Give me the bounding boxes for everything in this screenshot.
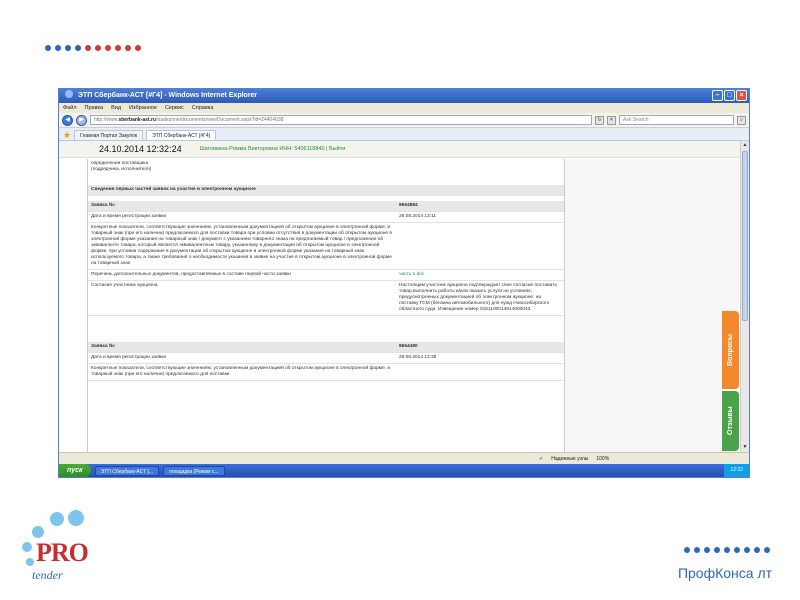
table-row: Заявка №: 8664884: [88, 201, 564, 212]
section-title-text: Сведения первых частей заявок на участие…: [91, 187, 256, 192]
decorative-dots-bottom: [684, 547, 770, 553]
url-host: sberbank-ast.ru: [118, 117, 156, 123]
menu-item[interactable]: Справка: [192, 103, 214, 113]
taskbar-item-browser[interactable]: ЭТП Сбербанк-АСТ [...: [94, 465, 160, 476]
tab-sberbank-ast[interactable]: ЭТП Сбербанк-АСТ [#Г4]: [146, 130, 217, 140]
close-button[interactable]: ×: [736, 90, 747, 101]
search-icon[interactable]: ⌕: [737, 115, 746, 125]
scroll-up-icon[interactable]: ▲: [741, 141, 749, 150]
search-input[interactable]: Ask Search: [619, 115, 734, 125]
ie-icon: [65, 90, 73, 98]
menu-bar: Файл Правка Вид Избранное Сервис Справка: [59, 103, 749, 113]
taskbar-item-platform[interactable]: площадка [Режим с...: [163, 465, 225, 476]
scroll-thumb[interactable]: [742, 151, 748, 321]
documents-label: Перечень дополнительных документов, пред…: [91, 272, 291, 277]
stop-icon[interactable]: ✕: [607, 115, 616, 125]
page-viewport: 24.10.2014 12:32:24 Шатовкина Римма Викт…: [59, 141, 749, 452]
browser-window: ЭТП Сбербанк-АСТ [#Г4] - Windows Interne…: [58, 88, 750, 478]
datetime: 24.10.2014 12:32:24: [99, 144, 182, 154]
document-link[interactable]: часть 1.doc: [396, 270, 564, 280]
slide: ЭТП Сбербанк-АСТ [#Г4] - Windows Interne…: [0, 0, 800, 600]
application-number-value: 8664480: [399, 344, 418, 349]
registration-date-value: 29.08.2014 13:11: [399, 214, 436, 219]
indicators-value: [396, 364, 564, 380]
back-button[interactable]: ◀: [62, 114, 73, 126]
table-row: Согласие участника аукциона Настоящим уч…: [88, 281, 564, 316]
decorative-dots-top: [45, 45, 141, 51]
indicators-label: Конкретные показатели, соответствующие з…: [91, 225, 392, 266]
tab-main-portal[interactable]: Главная Портал Закупок: [74, 130, 144, 140]
address-bar: ◀ ▶ http://www.sberbank-ast.ru/tradezone…: [59, 113, 749, 128]
favorites-star-icon[interactable]: ★: [63, 130, 71, 140]
intro-line-2: (подрядчика, исполнителя): [91, 167, 152, 172]
consent-value: Настоящим участник аукциона подтверждает…: [399, 283, 557, 312]
status-bar: ✔ Надежные узлы 100%: [59, 452, 749, 464]
url-prefix: http://www.: [94, 117, 119, 123]
indicators-label: Конкретные показатели, соответствующие з…: [91, 366, 391, 377]
window-controls: – □ ×: [712, 90, 747, 101]
minimize-button[interactable]: –: [712, 90, 723, 101]
table-row: Заявка №: 8664480: [88, 342, 564, 353]
user-info-link[interactable]: Шатовкина Римма Викторовна ИНН: 54061188…: [200, 146, 346, 152]
window-title: ЭТП Сбербанк-АСТ [#Г4] - Windows Interne…: [77, 92, 258, 99]
table-row: Дата и время регистрации заявки 29.08.20…: [88, 353, 564, 364]
system-tray-clock: 12:32: [724, 464, 749, 477]
brand-name: ПрофКонса лт: [677, 565, 773, 581]
menu-item[interactable]: Правка: [85, 103, 104, 113]
table-row: Конкретные показатели, соответствующие з…: [88, 364, 564, 381]
table-row: Перечень дополнительных документов, пред…: [88, 270, 564, 281]
vertical-scrollbar[interactable]: ▲ ▼: [740, 141, 749, 452]
tab-bar: ★ Главная Портал Закупок ЭТП Сбербанк-АС…: [59, 128, 749, 141]
right-pane: [565, 159, 739, 452]
registration-date-label: Дата и время регистрации заявки: [91, 214, 167, 219]
url-field[interactable]: http://www.sberbank-ast.ru/tradezone/doc…: [90, 115, 592, 125]
menu-item[interactable]: Сервис: [165, 103, 184, 113]
indicators-value: [396, 223, 564, 269]
application-number-label: Заявка №:: [91, 203, 116, 208]
menu-item[interactable]: Вид: [111, 103, 121, 113]
intro-text: определении поставщика (подрядчика, испо…: [88, 159, 396, 175]
questions-tab[interactable]: Вопросы: [722, 311, 739, 389]
menu-item[interactable]: Избранное: [129, 103, 157, 113]
scroll-down-icon[interactable]: ▼: [741, 443, 749, 452]
page-header: 24.10.2014 12:32:24 Шатовкина Римма Викт…: [59, 141, 749, 158]
table-row: Дата и время регистрации заявки 29.08.20…: [88, 212, 564, 223]
application-number-value: 8664884: [399, 203, 418, 208]
maximize-button[interactable]: □: [724, 90, 735, 101]
zoom-level[interactable]: 100%: [596, 453, 609, 464]
reviews-tab[interactable]: Отзывы: [722, 391, 739, 451]
table-row: Конкретные показатели, соответствующие з…: [88, 223, 564, 270]
application-number-label: Заявка №:: [91, 344, 116, 349]
menu-item[interactable]: Файл: [63, 103, 77, 113]
url-path: /tradezone/documents/viewDocument.aspx?i…: [155, 117, 284, 123]
protender-logo: PRO tender: [22, 510, 142, 590]
start-button[interactable]: пуск: [59, 464, 91, 477]
consent-label: Согласие участника аукциона: [91, 283, 158, 288]
security-zone: Надежные узлы: [551, 456, 589, 462]
taskbar: пуск ЭТП Сбербанк-АСТ [... площадка [Реж…: [59, 464, 749, 477]
intro-row: определении поставщика (подрядчика, испо…: [88, 159, 564, 175]
logo-tagline: tender: [32, 568, 63, 582]
logo-wordmark: PRO: [36, 538, 89, 567]
registration-date-label: Дата и время регистрации заявки: [91, 355, 167, 360]
registration-date-value: 29.08.2014 13:38: [399, 355, 437, 360]
document-content: определении поставщика (подрядчика, испо…: [87, 159, 565, 452]
forward-button[interactable]: ▶: [76, 114, 87, 126]
refresh-icon[interactable]: ↻: [595, 115, 604, 125]
window-titlebar: ЭТП Сбербанк-АСТ [#Г4] - Windows Interne…: [59, 89, 749, 103]
trusted-zone-icon: ✔: [539, 456, 544, 462]
section-title: Сведения первых частей заявок на участие…: [88, 185, 564, 196]
